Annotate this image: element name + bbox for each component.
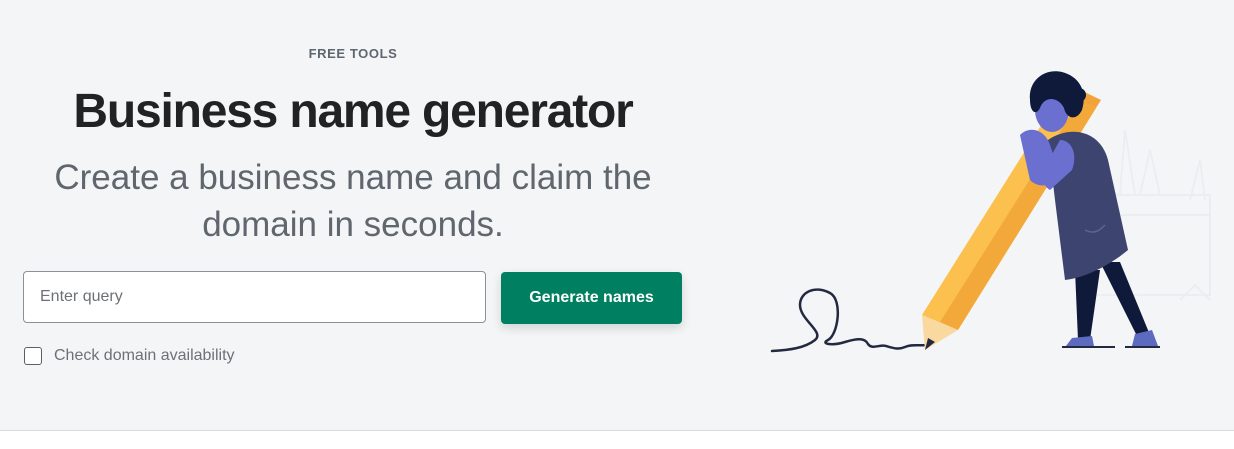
domain-availability-checkbox[interactable] [24, 347, 42, 365]
hero-section: FREE TOOLS Business name generator Creat… [0, 0, 1234, 431]
query-input[interactable] [23, 271, 486, 323]
check-domain-label: Check domain availability [54, 347, 235, 364]
check-domain-option[interactable]: Check domain availability [24, 347, 235, 365]
scribble-line-icon [770, 288, 928, 353]
page-title: Business name generator [73, 85, 633, 138]
eyebrow-label: FREE TOOLS [308, 46, 398, 61]
person-with-pencil-illustration [770, 71, 1211, 353]
page-subtitle: Create a business name and claim the dom… [54, 158, 652, 244]
generate-names-button[interactable]: Generate names [501, 272, 682, 324]
